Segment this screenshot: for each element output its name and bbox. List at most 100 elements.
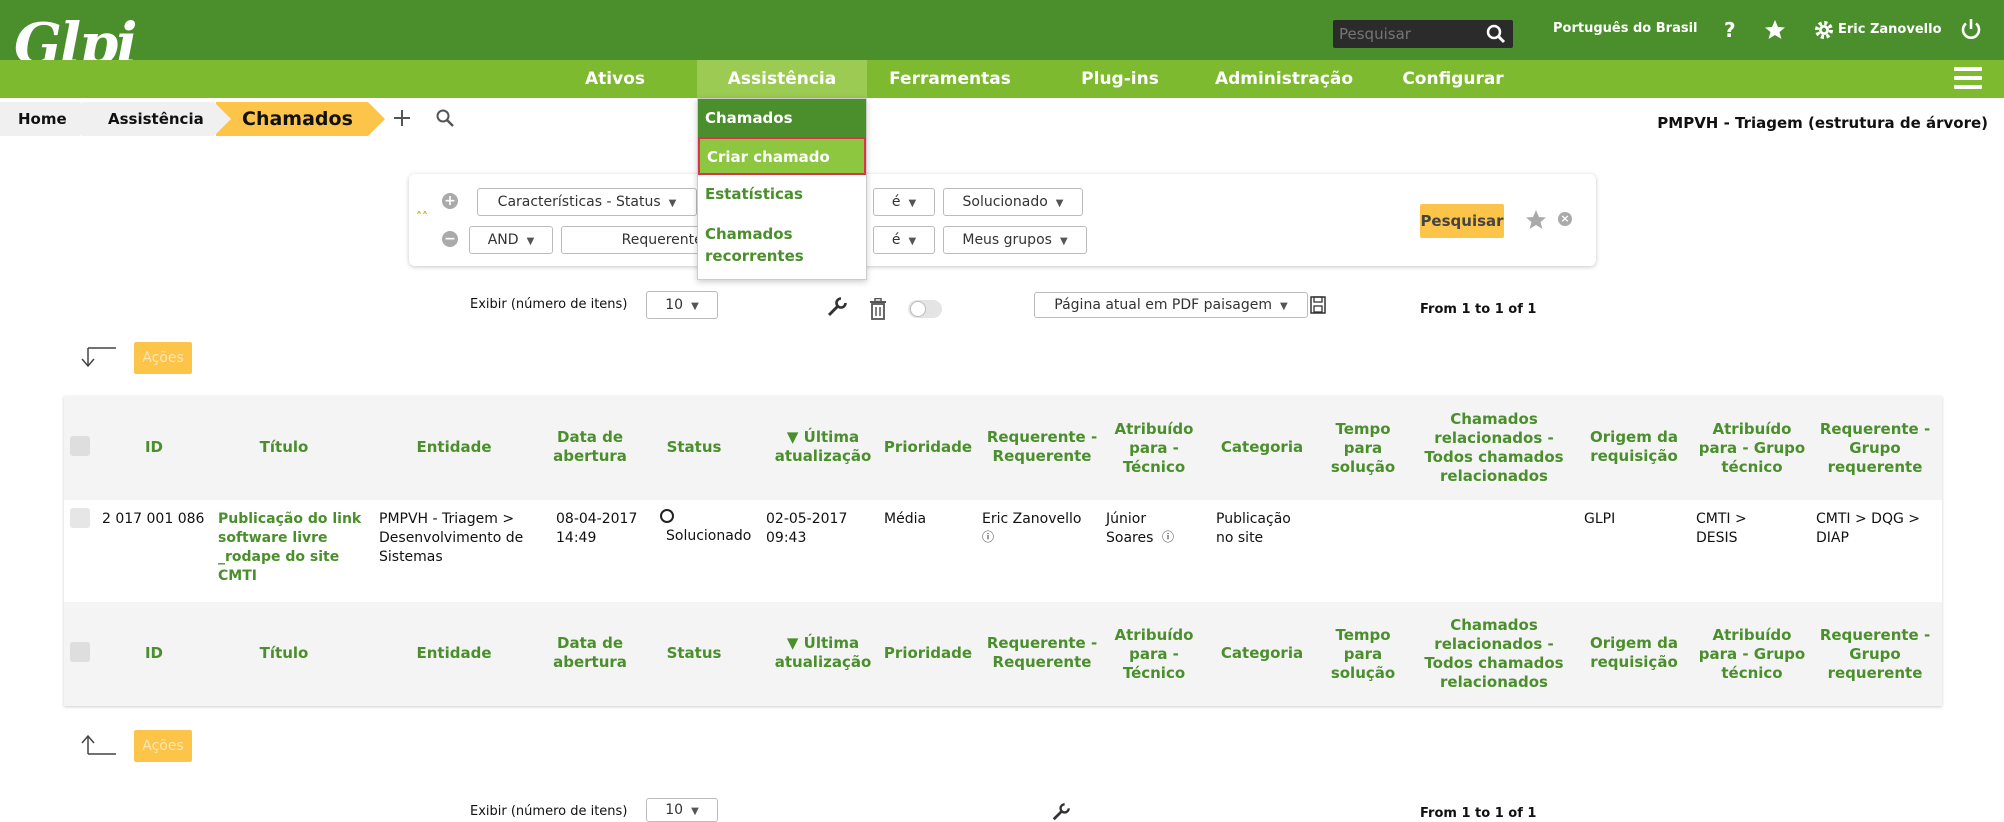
pagination-range: From 1 to 1 of 1 (1420, 806, 1537, 821)
top-header: Glpi Português do Brasil ? Eric Zanovell… (0, 0, 2004, 74)
menu-ferramentas[interactable]: Ferramentas (882, 60, 1018, 98)
menu-plugins[interactable]: Plug-ins (1070, 60, 1170, 98)
menu-ativos[interactable]: Ativos (572, 60, 658, 98)
col-grupo-requerente[interactable]: Requerente - Grupo requerente (1816, 626, 1934, 683)
criterion-link-2[interactable]: AND ▼ (469, 226, 553, 254)
actions-button-bottom[interactable]: Ações (134, 730, 192, 762)
ticket-requester[interactable]: Eric Zanovello (982, 510, 1102, 529)
ticket-title-link[interactable]: Publicação do link software livre _rodap… (218, 510, 370, 586)
add-criterion-icon[interactable]: + (442, 193, 458, 209)
col-chamados-relacionados[interactable]: Chamados relacionados - Todos chamados r… (1414, 410, 1574, 486)
col-status[interactable]: Status (658, 438, 730, 457)
ticket-updated-date: 02-05-2017 09:43 (766, 511, 848, 546)
search-icon[interactable] (1485, 23, 1507, 45)
col-ultima-atualizacao[interactable]: ▼ Última atualização (768, 428, 878, 466)
col-data-abertura[interactable]: Data de abertura (550, 634, 630, 672)
col-grupo-requerente[interactable]: Requerente - Grupo requerente (1816, 420, 1934, 477)
remove-criterion-icon[interactable]: − (442, 231, 458, 247)
save-search-star-icon[interactable] (1524, 208, 1548, 232)
col-categoria[interactable]: Categoria (1214, 438, 1310, 457)
reset-search-icon[interactable]: × (1558, 212, 1572, 226)
col-titulo[interactable]: Título (204, 644, 364, 663)
assistencia-submenu: Chamados Criar chamado Estatísticas Cham… (697, 98, 867, 280)
ticket-tech-group: CMTI > DESIS (1696, 511, 1747, 546)
col-titulo[interactable]: Título (204, 438, 364, 457)
criterion-value-2[interactable]: Meus grupos ▼ (943, 226, 1087, 254)
row-checkbox[interactable] (70, 508, 90, 528)
add-icon[interactable] (392, 108, 412, 128)
col-origem[interactable]: Origem da requisição (1584, 428, 1684, 466)
col-chamados-relacionados[interactable]: Chamados relacionados - Todos chamados r… (1414, 616, 1574, 692)
tickets-table: ID Título Entidade Data de abertura Stat… (64, 396, 1942, 706)
display-count-select[interactable]: 10 ▼ (646, 291, 718, 319)
global-search-input[interactable] (1339, 24, 1479, 44)
criterion-operator-2[interactable]: é ▼ (873, 226, 935, 254)
power-icon[interactable] (1959, 17, 1983, 41)
menu-configurar[interactable]: Configurar (1398, 60, 1508, 98)
star-icon[interactable] (1763, 18, 1787, 42)
breadcrumb-assistencia[interactable]: Assistência (82, 102, 231, 136)
display-count-select[interactable]: 10 ▼ (646, 798, 718, 822)
criterion-operator-1[interactable]: é ▼ (873, 188, 935, 216)
ticket-opened-date: 08-04-2017 14:49 (556, 511, 638, 546)
breadcrumb-home[interactable]: Home (0, 102, 97, 136)
hamburger-menu-icon[interactable] (1954, 67, 1982, 91)
submenu-criar-chamado[interactable]: Criar chamado (698, 137, 866, 175)
menu-administracao[interactable]: Administração (1214, 60, 1354, 98)
wrench-icon[interactable] (826, 296, 848, 318)
wrench-icon[interactable] (1050, 802, 1072, 822)
col-ultima-atualizacao[interactable]: ▼ Última atualização (768, 634, 878, 672)
col-tecnico[interactable]: Atribuído para - Técnico (1104, 420, 1204, 477)
criterion-value-1[interactable]: Solucionado ▼ (943, 188, 1083, 216)
global-search[interactable] (1333, 20, 1513, 48)
submenu-chamados-recorrentes[interactable]: Chamados recorrentes (698, 223, 808, 267)
ticket-requester-group: CMTI > DQG > DIAP (1816, 511, 1920, 546)
col-data-abertura[interactable]: Data de abertura (550, 428, 630, 466)
col-entidade[interactable]: Entidade (384, 438, 524, 457)
select-all-checkbox[interactable] (70, 642, 90, 662)
col-prioridade[interactable]: Prioridade (880, 438, 976, 457)
col-grupo-tecnico[interactable]: Atribuído para - Grupo técnico (1694, 420, 1810, 477)
submenu-estatisticas[interactable]: Estatísticas (698, 183, 866, 205)
col-tempo-solucao[interactable]: Tempo para solução (1320, 420, 1406, 477)
criterion-field-1[interactable]: Características - Status ▼ (477, 188, 697, 216)
active-entity[interactable]: PMPVH - Triagem (estrutura de árvore) (1657, 114, 1988, 132)
col-prioridade[interactable]: Prioridade (880, 644, 976, 663)
language-selector[interactable]: Português do Brasil (1553, 21, 1698, 36)
menu-assistencia[interactable]: Assistência (697, 60, 867, 98)
requester-info-icon[interactable]: ⓘ (982, 528, 994, 547)
display-count-label: Exibir (número de itens) (470, 297, 628, 312)
breadcrumb-chamados[interactable]: Chamados (216, 102, 385, 136)
col-requerente[interactable]: Requerente - Requerente (982, 428, 1102, 466)
save-icon[interactable] (1310, 296, 1326, 314)
arrow-up-corner-icon (81, 734, 116, 755)
col-id[interactable]: ID (124, 438, 184, 457)
trash-icon[interactable] (868, 298, 888, 320)
col-requerente[interactable]: Requerente - Requerente (982, 634, 1102, 672)
submenu-chamados[interactable]: Chamados (698, 99, 866, 137)
export-format-select[interactable]: Página atual em PDF paisagem ▼ (1034, 292, 1308, 318)
col-id[interactable]: ID (124, 644, 184, 663)
technician-info-icon[interactable]: ⓘ (1162, 528, 1174, 547)
col-origem[interactable]: Origem da requisição (1584, 634, 1684, 672)
main-menu: Ativos Assistência Ferramentas Plug-ins … (0, 60, 2004, 98)
ticket-id: 2 017 001 086 (102, 511, 205, 527)
col-status[interactable]: Status (658, 644, 730, 663)
col-tempo-solucao[interactable]: Tempo para solução (1320, 626, 1406, 683)
col-grupo-tecnico[interactable]: Atribuído para - Grupo técnico (1694, 626, 1810, 683)
search-icon[interactable] (435, 108, 455, 128)
col-entidade[interactable]: Entidade (384, 644, 524, 663)
question-icon[interactable]: ? (1718, 18, 1742, 42)
gear-icon[interactable] (1812, 18, 1836, 42)
arrow-down-corner-icon (81, 347, 116, 368)
actions-button-top[interactable]: Ações (134, 342, 192, 374)
toggle-switch[interactable] (908, 300, 942, 318)
col-categoria[interactable]: Categoria (1214, 644, 1310, 663)
table-header-row: ID Título Entidade Data de abertura Stat… (64, 396, 1942, 500)
user-name[interactable]: Eric Zanovello (1838, 22, 1942, 37)
collapse-chevron-icon[interactable]: ˄˄ (416, 210, 428, 224)
svg-text:?: ? (1724, 18, 1736, 42)
select-all-checkbox[interactable] (70, 436, 90, 456)
col-tecnico[interactable]: Atribuído para - Técnico (1104, 626, 1204, 683)
search-button[interactable]: Pesquisar (1420, 204, 1504, 238)
